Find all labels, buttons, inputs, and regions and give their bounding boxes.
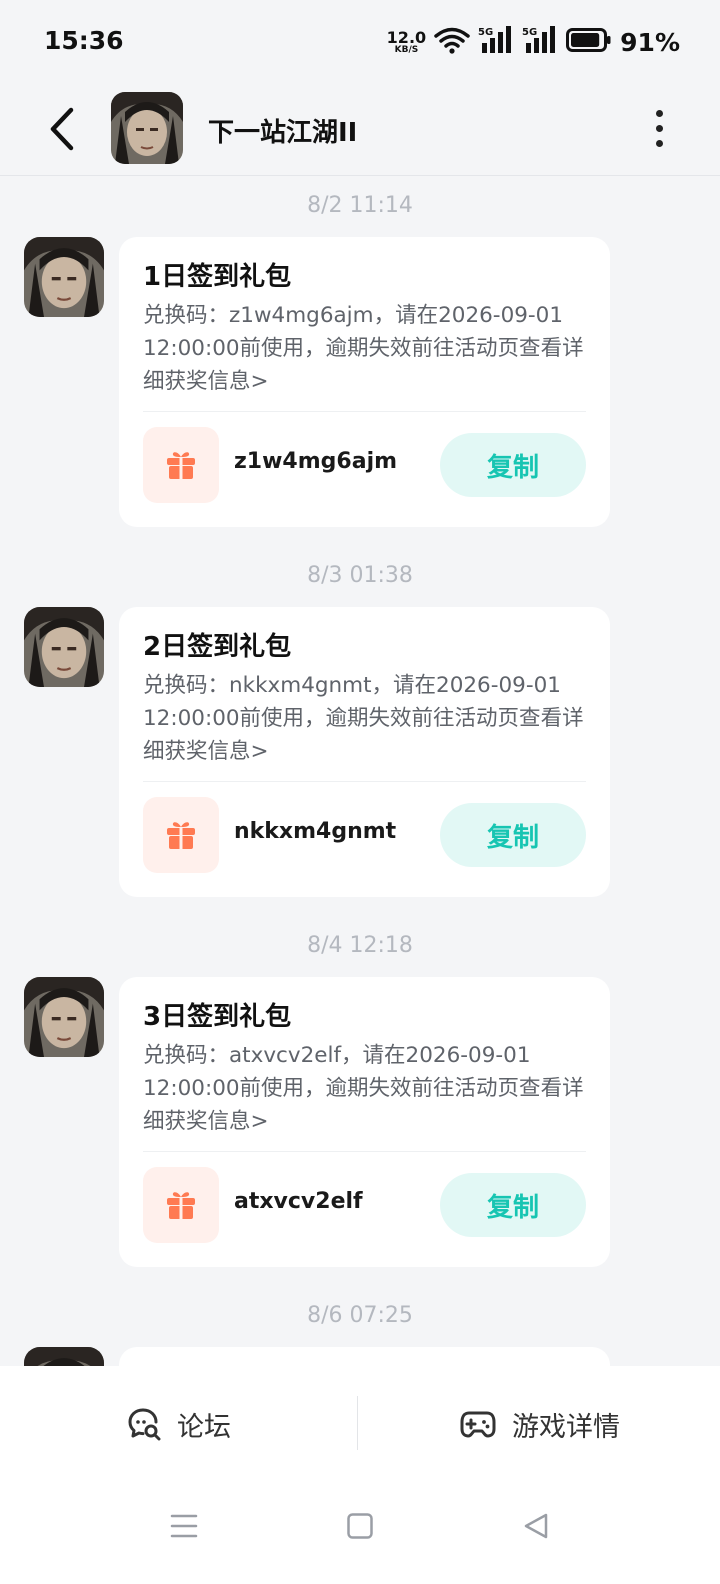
gift-description-link[interactable]: 兑换码：atxvcv2elf，请在2026-09-01 12:00:00前使用，… bbox=[143, 1039, 586, 1138]
network-speed: 12.0 KB/S bbox=[386, 27, 427, 55]
game-character-portrait-icon bbox=[24, 1347, 104, 1366]
battery-percent: 91% bbox=[620, 27, 680, 57]
signal-icon: 5G bbox=[522, 25, 558, 59]
forum-tab-label: 论坛 bbox=[177, 1411, 231, 1443]
card-divider bbox=[143, 1151, 586, 1152]
card-divider bbox=[143, 781, 586, 782]
copy-button[interactable]: 复制 bbox=[440, 1173, 586, 1237]
message-time: 8/3 01:38 bbox=[307, 563, 413, 588]
copy-button[interactable]: 复制 bbox=[440, 803, 586, 867]
game-character-portrait-icon bbox=[24, 607, 104, 687]
gift-icon bbox=[167, 1192, 195, 1219]
back-arrow-icon bbox=[50, 107, 74, 151]
redeem-code: z1w4mg6ajm bbox=[234, 449, 398, 474]
chat-header: 下一站江湖II bbox=[0, 84, 720, 176]
gift-message-card[interactable]: 3日签到礼包 兑换码：atxvcv2elf，请在2026-09-01 12:00… bbox=[119, 977, 610, 1267]
redeem-code: atxvcv2elf bbox=[234, 1189, 363, 1214]
wifi-icon bbox=[434, 26, 470, 58]
gift-icon-box bbox=[143, 427, 219, 503]
message-list[interactable]: 8/2 11:14 1日签到礼包 兑换码：z1w4mg6ajm，请在2026-0… bbox=[0, 176, 720, 1366]
page-title: 下一站江湖II bbox=[208, 118, 358, 148]
gift-message-card[interactable] bbox=[119, 1347, 610, 1366]
game-details-tab[interactable]: 游戏详情 bbox=[360, 1366, 720, 1482]
signal-2-label: 5G bbox=[522, 27, 537, 38]
sender-avatar[interactable] bbox=[24, 607, 104, 687]
tab-divider bbox=[357, 1396, 358, 1450]
gift-icon bbox=[167, 452, 195, 479]
game-character-portrait-icon bbox=[111, 92, 183, 164]
back-triangle-icon bbox=[524, 1513, 548, 1539]
gift-description-link[interactable]: 兑换码：nkkxm4gnmt，请在2026-09-01 12:00:00前使用，… bbox=[143, 669, 586, 768]
gift-title: 1日签到礼包 bbox=[143, 262, 292, 292]
gift-icon bbox=[167, 822, 195, 849]
game-details-tab-label: 游戏详情 bbox=[512, 1411, 620, 1443]
message-time: 8/4 12:18 bbox=[307, 933, 413, 958]
status-bar: 15:36 12.0 KB/S 5G 5G 91% bbox=[0, 0, 720, 84]
sender-avatar[interactable] bbox=[24, 237, 104, 317]
more-button[interactable] bbox=[644, 106, 674, 150]
battery-icon bbox=[566, 27, 612, 57]
forum-chat-icon bbox=[128, 1408, 161, 1441]
gift-title: 3日签到礼包 bbox=[143, 1002, 292, 1032]
bottom-action-bar: 论坛 游戏详情 bbox=[0, 1366, 720, 1486]
home-square-icon bbox=[347, 1513, 373, 1539]
chat-page: 15:36 12.0 KB/S 5G 5G 91% 下一站江湖II 8/2 11… bbox=[0, 0, 720, 1584]
message-time: 8/6 07:25 bbox=[307, 1303, 413, 1328]
back-button[interactable] bbox=[40, 104, 84, 154]
sender-avatar[interactable] bbox=[24, 1347, 104, 1366]
status-time: 15:36 bbox=[44, 26, 124, 55]
gift-message-card[interactable]: 2日签到礼包 兑换码：nkkxm4gnmt，请在2026-09-01 12:00… bbox=[119, 607, 610, 897]
more-icon bbox=[655, 109, 663, 117]
game-character-portrait-icon bbox=[24, 237, 104, 317]
signal-1-label: 5G bbox=[478, 27, 493, 38]
copy-button[interactable]: 复制 bbox=[440, 433, 586, 497]
game-character-portrait-icon bbox=[24, 977, 104, 1057]
gift-title: 2日签到礼包 bbox=[143, 632, 292, 662]
game-avatar[interactable] bbox=[111, 92, 183, 164]
home-button[interactable] bbox=[330, 1506, 390, 1546]
sender-avatar[interactable] bbox=[24, 977, 104, 1057]
gamepad-icon bbox=[460, 1411, 496, 1438]
gift-icon-box bbox=[143, 1167, 219, 1243]
forum-tab[interactable]: 论坛 bbox=[0, 1366, 358, 1482]
back-nav-button[interactable] bbox=[506, 1506, 566, 1546]
message-time: 8/2 11:14 bbox=[307, 193, 413, 218]
gift-message-card[interactable]: 1日签到礼包 兑换码：z1w4mg6ajm，请在2026-09-01 12:00… bbox=[119, 237, 610, 527]
redeem-code: nkkxm4gnmt bbox=[234, 819, 397, 844]
menu-icon bbox=[170, 1514, 198, 1538]
network-speed-value: 12.0 bbox=[386, 27, 427, 47]
gift-description-link[interactable]: 兑换码：z1w4mg6ajm，请在2026-09-01 12:00:00前使用，… bbox=[143, 299, 586, 398]
system-navigation-bar bbox=[0, 1486, 720, 1584]
card-divider bbox=[143, 411, 586, 412]
signal-icon: 5G bbox=[478, 25, 514, 59]
network-speed-unit: KB/S bbox=[394, 44, 419, 55]
recent-apps-button[interactable] bbox=[154, 1506, 214, 1546]
status-indicators: 12.0 KB/S 5G 5G 91% bbox=[387, 26, 680, 58]
gift-icon-box bbox=[143, 797, 219, 873]
